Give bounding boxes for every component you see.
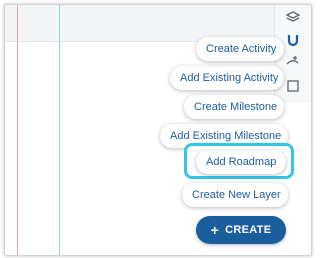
plus-icon: +: [210, 222, 220, 238]
create-milestone-menu-item[interactable]: Create Milestone: [184, 95, 284, 119]
add-roadmap-menu-item[interactable]: Add Roadmap: [196, 150, 286, 174]
timeline-guide-line: [59, 5, 60, 255]
create-new-layer-menu-item[interactable]: Create New Layer: [182, 183, 288, 207]
add-link-icon[interactable]: [284, 53, 302, 71]
swimlane-icon[interactable]: [284, 77, 302, 95]
magnet-icon[interactable]: [284, 31, 302, 49]
today-guide-line: [17, 5, 18, 255]
layers-icon[interactable]: [284, 9, 302, 27]
create-button[interactable]: + CREATE: [196, 216, 286, 244]
add-existing-activity-menu-item[interactable]: Add Existing Activity: [170, 66, 284, 90]
create-activity-menu-item[interactable]: Create Activity: [196, 37, 284, 61]
create-button-label: CREATE: [225, 224, 272, 236]
